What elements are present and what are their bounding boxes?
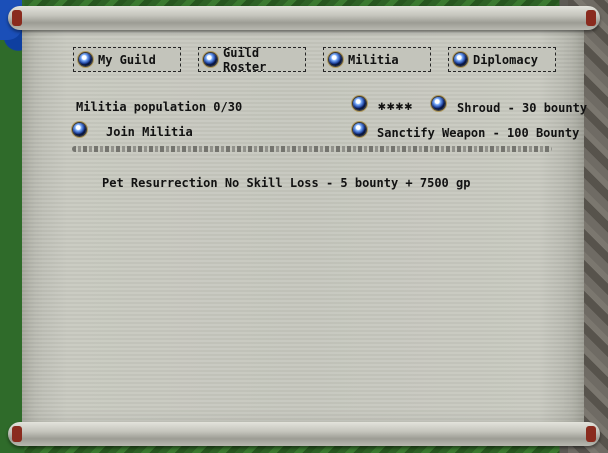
shroud-option[interactable]: Shroud - 30 bounty bbox=[457, 101, 587, 115]
gem-button-icon[interactable] bbox=[79, 53, 92, 66]
tab-label: Diplomacy bbox=[473, 52, 539, 67]
tab-label: Guild Roster bbox=[223, 45, 267, 74]
scroll-top-roller bbox=[8, 6, 600, 30]
sanctify-weapon-option[interactable]: Sanctify Weapon - 100 Bounty bbox=[377, 126, 579, 140]
tab-my-guild[interactable]: My Guild bbox=[73, 47, 181, 72]
sanctify-gem-icon[interactable] bbox=[353, 123, 366, 136]
join-militia-gem-icon[interactable] bbox=[73, 123, 86, 136]
gem-button-icon[interactable] bbox=[454, 53, 467, 66]
shroud-gem-icon[interactable] bbox=[432, 97, 445, 110]
pet-resurrection-reward: Pet Resurrection No Skill Loss - 5 bount… bbox=[102, 176, 471, 190]
rank-stars: ✱✱✱✱ bbox=[378, 99, 414, 114]
chain-divider bbox=[72, 146, 552, 152]
gem-button-icon[interactable] bbox=[204, 53, 217, 66]
gem-button-icon[interactable] bbox=[329, 53, 342, 66]
tab-diplomacy[interactable]: Diplomacy bbox=[448, 47, 556, 72]
stars-gem-icon[interactable] bbox=[353, 97, 366, 110]
tab-label: My Guild bbox=[98, 52, 156, 67]
militia-population: Militia population 0/30 bbox=[76, 100, 243, 114]
tab-militia[interactable]: Militia bbox=[323, 47, 431, 72]
tab-label: Militia bbox=[348, 52, 399, 67]
scroll-panel bbox=[22, 18, 584, 430]
scroll-bottom-roller bbox=[8, 422, 600, 446]
join-militia-button[interactable]: Join Militia bbox=[106, 125, 193, 139]
tab-guild-roster[interactable]: Guild Roster bbox=[198, 45, 306, 74]
